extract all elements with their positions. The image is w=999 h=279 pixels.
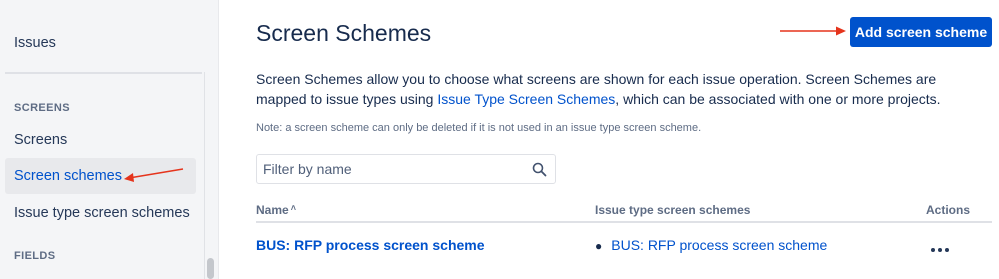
filter-input[interactable] <box>257 155 533 183</box>
sidebar: Issues SCREENS Screens Screen schemes Is… <box>0 0 219 279</box>
description-text-after: , which can be associated with one or mo… <box>615 91 941 107</box>
sidebar-item-screens[interactable]: Screens <box>5 122 196 158</box>
sidebar-section-screens: SCREENS <box>14 102 70 114</box>
column-header-name[interactable]: Name ˄ <box>256 203 296 217</box>
annotation-arrow-sidebar-icon <box>124 168 184 182</box>
filter-field[interactable] <box>256 154 556 184</box>
annotation-arrow-button-icon <box>780 26 846 36</box>
sidebar-scrollbar-track <box>204 72 205 279</box>
more-icon <box>945 248 949 252</box>
bullet-icon: ● <box>595 239 603 253</box>
more-icon <box>938 248 942 252</box>
issue-type-screen-scheme-link[interactable]: BUS: RFP process screen scheme <box>611 237 827 253</box>
sidebar-title[interactable]: Issues <box>14 35 56 51</box>
more-icon <box>931 248 935 252</box>
column-header-issue-type-screen-schemes: Issue type screen schemes <box>595 203 751 217</box>
sidebar-scrollbar[interactable] <box>207 258 214 279</box>
page-title: Screen Schemes <box>256 20 432 46</box>
page-description: Screen Schemes allow you to choose what … <box>256 69 986 109</box>
search-icon <box>532 162 547 177</box>
sort-ascending-icon: ˄ <box>290 203 296 213</box>
table-header-divider <box>256 221 992 223</box>
deletion-note: Note: a screen scheme can only be delete… <box>256 122 702 134</box>
screen-scheme-name-link[interactable]: BUS: RFP process screen scheme <box>256 237 485 253</box>
add-screen-scheme-button[interactable]: Add screen scheme <box>850 17 992 47</box>
column-header-actions: Actions <box>926 203 971 217</box>
sidebar-item-issue-type-screen-schemes[interactable]: Issue type screen schemes <box>5 195 196 231</box>
table-row-scheme-list-item: ● BUS: RFP process screen scheme <box>595 237 827 253</box>
sidebar-divider <box>5 72 202 74</box>
column-header-name-label: Name <box>256 203 289 217</box>
more-actions-button[interactable] <box>930 244 950 256</box>
sidebar-section-fields: FIELDS <box>14 250 56 262</box>
issue-type-screen-schemes-link[interactable]: Issue Type Screen Schemes <box>437 91 615 107</box>
